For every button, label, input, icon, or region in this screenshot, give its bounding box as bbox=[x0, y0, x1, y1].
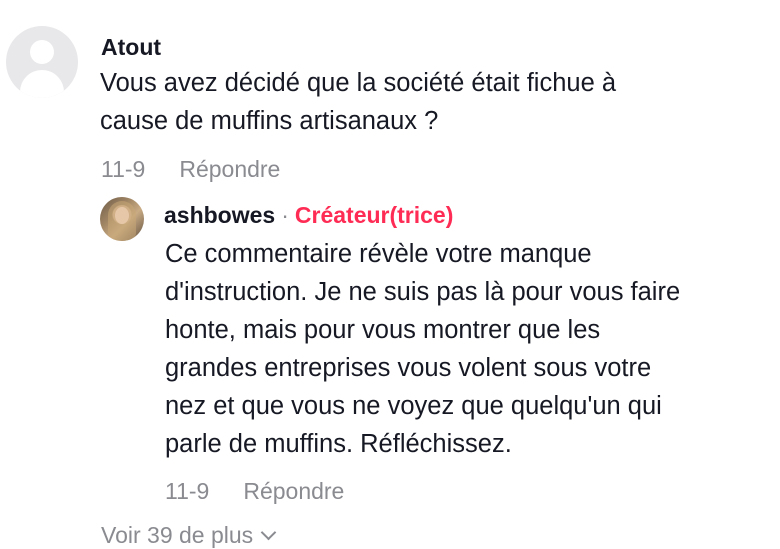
reply-text-line: d'instruction. Je ne suis pas là pour vo… bbox=[165, 278, 681, 306]
reply-date: 11-9 bbox=[165, 478, 210, 504]
comment-text-line: Vous avez décidé que la société était fi… bbox=[100, 69, 617, 97]
reply-username[interactable]: ashbowes bbox=[164, 202, 275, 228]
reply-meta: 11-9 Répondre bbox=[165, 478, 344, 505]
comment-meta: 11-9 Répondre bbox=[101, 156, 280, 183]
reply-header: ashbowes · Créateur(trice) bbox=[164, 202, 453, 229]
comment-body: Vous avez décidé que la société était fi… bbox=[100, 64, 760, 140]
avatar-shoulders-shape bbox=[20, 70, 64, 98]
reply-text-line: parle de muffins. Réfléchissez. bbox=[165, 430, 512, 458]
reply-text-line: nez et que vous ne voyez que quelqu'un q… bbox=[165, 392, 662, 420]
view-more-replies-button[interactable]: Voir 39 de plus bbox=[101, 522, 277, 549]
view-more-label: Voir 39 de plus bbox=[101, 522, 254, 548]
creator-avatar[interactable] bbox=[100, 197, 144, 241]
chevron-down-icon bbox=[260, 524, 277, 541]
separator-dot: · bbox=[281, 202, 289, 228]
reply-body: Ce commentaire révèle votre manque d'ins… bbox=[165, 235, 777, 463]
reply-text-line: Ce commentaire révèle votre manque bbox=[165, 240, 592, 268]
avatar-head-shape bbox=[30, 40, 54, 64]
reply-text-line: honte, mais pour vous montrer que les bbox=[165, 316, 601, 344]
comment-username[interactable]: Atout bbox=[101, 34, 161, 61]
reply-text-line: grandes entreprises vous volent sous vot… bbox=[165, 354, 652, 382]
reply-to-reply-button[interactable]: Répondre bbox=[243, 478, 344, 504]
comment-text-line: cause de muffins artisanaux ? bbox=[100, 107, 439, 135]
creator-badge: Créateur(trice) bbox=[294, 202, 454, 228]
avatar-face-shape bbox=[115, 207, 129, 224]
comment-date: 11-9 bbox=[101, 156, 146, 182]
reply-button[interactable]: Répondre bbox=[179, 156, 280, 182]
default-avatar-icon[interactable] bbox=[6, 26, 78, 98]
